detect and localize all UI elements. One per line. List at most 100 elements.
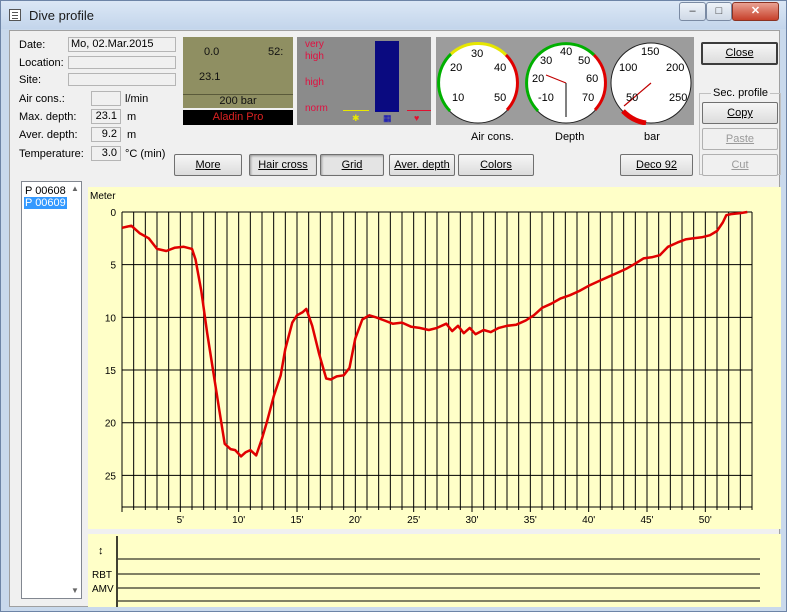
x-tick-label: 25' xyxy=(407,515,420,526)
aver-depth-value: 9.2 xyxy=(91,127,121,142)
air-cons-value xyxy=(91,91,121,106)
air-tick-30: 30 xyxy=(471,48,483,60)
paste-button[interactable]: Paste xyxy=(702,128,778,150)
bar-tick-250: 250 xyxy=(669,92,687,104)
copy-button[interactable]: Copy xyxy=(702,102,778,124)
bar-tick-50: 50 xyxy=(626,92,638,104)
sec-profile-title: Sec. profile xyxy=(711,87,771,99)
y-tick-label: 25 xyxy=(105,471,117,482)
air-tick-50: 50 xyxy=(494,92,506,104)
y-tick-label: 15 xyxy=(105,366,117,377)
air-cons-gauge: 10 20 30 40 50 xyxy=(437,42,519,124)
computer-display: 0.0 52: 23.1 xyxy=(183,37,293,94)
date-label: Date: xyxy=(19,39,46,51)
profile-list[interactable]: P 00608 P 00609 ▲ ▼ xyxy=(21,181,82,599)
bar-gauge: 50 100 150 200 250 xyxy=(610,42,692,126)
air-cons-caption: Air cons. xyxy=(471,131,514,143)
bottom-chart-area[interactable]: ↕ RBT AMV xyxy=(88,534,781,607)
y-tick-label: 10 xyxy=(105,313,117,324)
aver-depth-label: Aver. depth: xyxy=(19,129,78,141)
temperature-unit: °C (min) xyxy=(125,148,166,160)
depth-tick-50: 50 xyxy=(578,55,590,67)
maximize-button[interactable]: □ xyxy=(706,2,732,21)
level-high-label: high xyxy=(305,77,324,88)
lcd-depth-value: 23.1 xyxy=(199,71,221,83)
chip-icon: ▦ xyxy=(383,113,392,123)
level-line-yellow xyxy=(343,110,369,111)
y-tick-label: 0 xyxy=(110,208,116,219)
y-tick-label: 5 xyxy=(110,261,116,272)
title-bar[interactable]: Dive profile – □ ✕ xyxy=(1,1,786,29)
lcd-left-value: 0.0 xyxy=(204,46,220,58)
minimize-button[interactable]: – xyxy=(679,2,706,21)
depth-tick-40: 40 xyxy=(560,46,572,58)
location-label: Location: xyxy=(19,57,64,69)
x-tick-label: 10' xyxy=(232,515,245,526)
close-window-button[interactable]: ✕ xyxy=(732,2,779,21)
depth-gauge: -10 20 30 40 50 60 70 xyxy=(525,42,607,124)
date-field[interactable]: Mo, 02.Mar.2015 xyxy=(68,37,176,52)
x-tick-label: 5' xyxy=(177,515,185,526)
gauges-svg: 10 20 30 40 50 -10 20 30 40 50 60 70 50 … xyxy=(437,42,692,126)
x-tick-label: 15' xyxy=(290,515,303,526)
level-indicator-panel: very high high norm ✱ ▦ ♥ xyxy=(297,37,431,125)
window-title: Dive profile xyxy=(29,8,95,23)
depth-chart[interactable]: Meter 0 5 10 15 20 25 5' 10' 15' 20' 25' 30' 35' 40' 4… xyxy=(88,187,781,529)
depth-tick-minus10: -10 xyxy=(538,92,554,104)
air-tick-40: 40 xyxy=(494,62,506,74)
hair-cross-button[interactable]: Hair cross xyxy=(249,154,317,176)
depth-chart-area[interactable]: Meter 0 5 10 15 20 25 5' 10' 15' 20' 25' 30' 35' 40' 4… xyxy=(88,187,781,529)
x-tick-label: 40' xyxy=(582,515,595,526)
site-field[interactable] xyxy=(68,73,176,86)
bar-tick-150: 150 xyxy=(641,46,659,58)
colors-button[interactable]: Colors xyxy=(458,154,534,176)
x-tick-label: 35' xyxy=(524,515,537,526)
depth-tick-30: 30 xyxy=(540,55,552,67)
air-cons-unit: l/min xyxy=(125,93,149,105)
aver-depth-unit: m xyxy=(127,129,137,141)
temperature-value: 3.0 xyxy=(91,146,121,161)
list-item[interactable]: P 00609 xyxy=(24,197,67,209)
temperature-label: Temperature: xyxy=(19,148,84,160)
location-field[interactable] xyxy=(68,56,176,69)
bottom-chart: ↕ RBT AMV xyxy=(92,536,760,607)
level-very-high-label: high xyxy=(305,51,324,62)
scroll-up-icon[interactable]: ▲ xyxy=(70,184,80,194)
sun-icon: ✱ xyxy=(352,113,360,123)
more-button[interactable]: More xyxy=(174,154,242,176)
rbt-label: RBT xyxy=(92,570,112,581)
air-tick-10: 10 xyxy=(452,92,464,104)
level-bar xyxy=(375,41,399,112)
scroll-down-icon[interactable]: ▼ xyxy=(70,586,80,596)
depth-caption: Depth xyxy=(555,131,585,143)
computer-brand: Aladin Pro xyxy=(183,110,293,125)
bar-caption: bar xyxy=(644,131,660,143)
bar-tick-100: 100 xyxy=(619,62,637,74)
deco-92-button[interactable]: Deco 92 xyxy=(620,154,693,176)
x-tick-label: 50' xyxy=(699,515,712,526)
amv-label: AMV xyxy=(92,584,114,595)
grid-button[interactable]: Grid xyxy=(320,154,384,176)
depth-tick-70: 70 xyxy=(582,92,594,104)
air-tick-20: 20 xyxy=(450,62,462,74)
max-depth-value: 23.1 xyxy=(91,109,121,124)
window-icon[interactable] xyxy=(9,9,21,21)
close-button[interactable]: Close xyxy=(701,42,778,65)
y-axis-title: Meter xyxy=(90,191,116,202)
aver-depth-button[interactable]: Aver. depth xyxy=(389,154,455,176)
depth-tick-60: 60 xyxy=(586,73,598,85)
max-depth-unit: m xyxy=(127,111,137,123)
level-norm-label: norm xyxy=(305,103,328,114)
x-tick-label: 20' xyxy=(349,515,362,526)
client-area: Date: Mo, 02.Mar.2015 Location: Site: Ai… xyxy=(9,30,781,607)
list-item[interactable]: P 00608 xyxy=(24,185,67,197)
x-tick-label: 30' xyxy=(465,515,478,526)
cut-button[interactable]: Cut xyxy=(702,154,778,176)
y-tick-label: 20 xyxy=(105,419,117,430)
x-tick-label: 45' xyxy=(640,515,653,526)
gauge-panel: 10 20 30 40 50 -10 20 30 40 50 60 70 50 … xyxy=(436,37,694,126)
depth-tick-20: 20 xyxy=(532,73,544,85)
level-very-label: very xyxy=(305,39,324,50)
level-line-blue xyxy=(375,110,399,111)
site-label: Site: xyxy=(19,74,42,86)
